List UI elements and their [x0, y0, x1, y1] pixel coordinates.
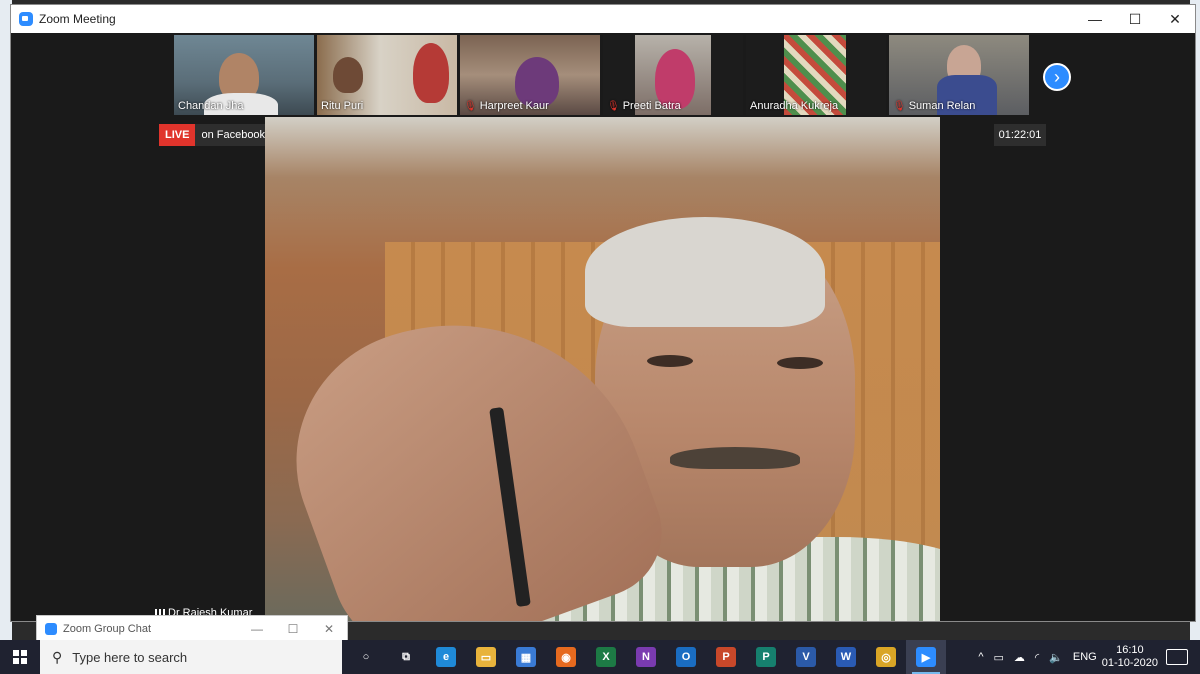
- taskbar-app[interactable]: ▦: [506, 640, 546, 674]
- close-button[interactable]: ✕: [1155, 5, 1195, 33]
- cortana-icon: ○: [362, 651, 370, 663]
- clock[interactable]: 16:10 01-10-2020: [1102, 644, 1158, 670]
- taskbar-app[interactable]: ◎: [866, 640, 906, 674]
- search-icon: ⚲: [52, 648, 63, 665]
- minimize-button[interactable]: —: [239, 616, 275, 642]
- participant-name: Chandan Jha: [178, 100, 244, 112]
- publisher-icon: P: [756, 647, 776, 667]
- participant-name: Harpreet Kaur: [479, 100, 549, 112]
- taskbar-app[interactable]: W: [826, 640, 866, 674]
- participant-name: Suman Relan: [908, 100, 976, 112]
- taskbar-app[interactable]: O: [666, 640, 706, 674]
- zoom-icon: [19, 12, 33, 26]
- clock-date: 01-10-2020: [1101, 657, 1158, 669]
- taskbar-app[interactable]: X: [586, 640, 626, 674]
- taskbar-app[interactable]: P: [706, 640, 746, 674]
- maximize-button[interactable]: ☐: [1115, 5, 1155, 33]
- participant-tile[interactable]: 🎙 Suman Relan: [889, 35, 1029, 115]
- taskbar-apps: ○ ⧉ e ▭ ▦ ◉ X N O P P V W ◎ ▶: [346, 640, 946, 674]
- window-title: Zoom Meeting: [39, 12, 116, 26]
- maximize-button[interactable]: ☐: [275, 616, 311, 642]
- live-streaming-badge[interactable]: LIVE on Facebook: [159, 124, 272, 146]
- system-tray: ^ ▭ ☁ ◜ 🔈 ENG 16:10 01-10-2020: [973, 640, 1200, 674]
- participant-tile[interactable]: 🎙 Preeti Batra: [603, 35, 743, 115]
- taskbar-app[interactable]: V: [786, 640, 826, 674]
- file-explorer-icon: ▭: [476, 647, 496, 667]
- taskbar-app[interactable]: P: [746, 640, 786, 674]
- participant-name: Preeti Batra: [622, 100, 681, 112]
- chevron-up-icon[interactable]: ^: [978, 651, 983, 663]
- outlook-icon: O: [676, 647, 696, 667]
- chrome-icon: ◎: [876, 647, 896, 667]
- participant-video: [333, 57, 363, 93]
- edge-icon: e: [436, 647, 456, 667]
- muted-mic-icon: 🎙: [464, 100, 477, 112]
- excel-icon: X: [596, 647, 616, 667]
- taskbar-app[interactable]: ▭: [466, 640, 506, 674]
- participant-strip: Chandan Jha Ritu Puri 🎙 Harpreet Kaur 🎙 Pr…: [174, 35, 1029, 115]
- start-button[interactable]: [0, 640, 40, 674]
- wifi-icon[interactable]: ◜: [1035, 651, 1039, 664]
- muted-mic-icon: 🎙: [607, 100, 620, 112]
- word-icon: W: [836, 647, 856, 667]
- active-speaker-video: [265, 117, 940, 621]
- taskbar-search[interactable]: ⚲ Type here to search: [40, 640, 342, 674]
- participant-name: Anuradha Kukreja: [750, 100, 839, 112]
- meeting-timer: 01:22:01: [994, 124, 1046, 146]
- windows-taskbar: ⚲ Type here to search ○ ⧉ e ▭ ▦ ◉ X N O P P V W ◎ ▶ ^ …: [0, 640, 1200, 674]
- participant-video: [413, 43, 449, 103]
- taskbar-app[interactable]: ⧉: [386, 640, 426, 674]
- group-chat-title: Zoom Group Chat: [63, 623, 152, 635]
- participant-tile[interactable]: Anuradha Kukreja: [746, 35, 886, 115]
- title-bar[interactable]: Zoom Meeting — ☐ ✕: [11, 5, 1195, 33]
- participant-tile[interactable]: Chandan Jha: [174, 35, 314, 115]
- notifications-icon[interactable]: [1166, 649, 1188, 665]
- participant-tile[interactable]: Ritu Puri: [317, 35, 457, 115]
- powerpoint-icon: P: [716, 647, 736, 667]
- group-chat-window[interactable]: Zoom Group Chat — ☐ ✕: [36, 615, 348, 643]
- taskbar-app[interactable]: e: [426, 640, 466, 674]
- taskbar-app[interactable]: ▶: [906, 640, 946, 674]
- live-destination: on Facebook: [201, 129, 266, 141]
- zoom-icon: ▶: [916, 647, 936, 667]
- onedrive-icon[interactable]: ☁: [1014, 651, 1025, 664]
- zoom-icon: [45, 623, 57, 635]
- participant-tile[interactable]: 🎙 Harpreet Kaur: [460, 35, 600, 115]
- zoom-meeting-window: Zoom Meeting — ☐ ✕ Chandan Jha Ritu Puri…: [10, 4, 1196, 622]
- meeting-stage: Chandan Jha Ritu Puri 🎙 Harpreet Kaur 🎙 Pr…: [11, 33, 1195, 621]
- search-placeholder: Type here to search: [72, 649, 188, 665]
- firefox-icon: ◉: [556, 647, 576, 667]
- task-view-icon: ⧉: [402, 650, 410, 663]
- windows-logo-icon: [13, 650, 27, 664]
- muted-mic-icon: 🎙: [893, 100, 906, 112]
- visio-icon: V: [796, 647, 816, 667]
- minimize-button[interactable]: —: [1075, 5, 1115, 33]
- taskbar-app[interactable]: ◉: [546, 640, 586, 674]
- taskbar-app[interactable]: N: [626, 640, 666, 674]
- close-button[interactable]: ✕: [311, 616, 347, 642]
- language-indicator[interactable]: ENG: [1073, 651, 1097, 663]
- participant-name: Ritu Puri: [321, 100, 364, 112]
- chevron-right-icon[interactable]: ›: [1043, 63, 1071, 91]
- store-icon: ▦: [516, 647, 536, 667]
- live-tag: LIVE: [159, 124, 196, 146]
- battery-icon[interactable]: ▭: [994, 651, 1004, 664]
- clock-time: 16:10: [1116, 644, 1144, 656]
- onenote-icon: N: [636, 647, 656, 667]
- taskbar-app[interactable]: ○: [346, 640, 386, 674]
- volume-icon[interactable]: 🔈: [1049, 651, 1063, 664]
